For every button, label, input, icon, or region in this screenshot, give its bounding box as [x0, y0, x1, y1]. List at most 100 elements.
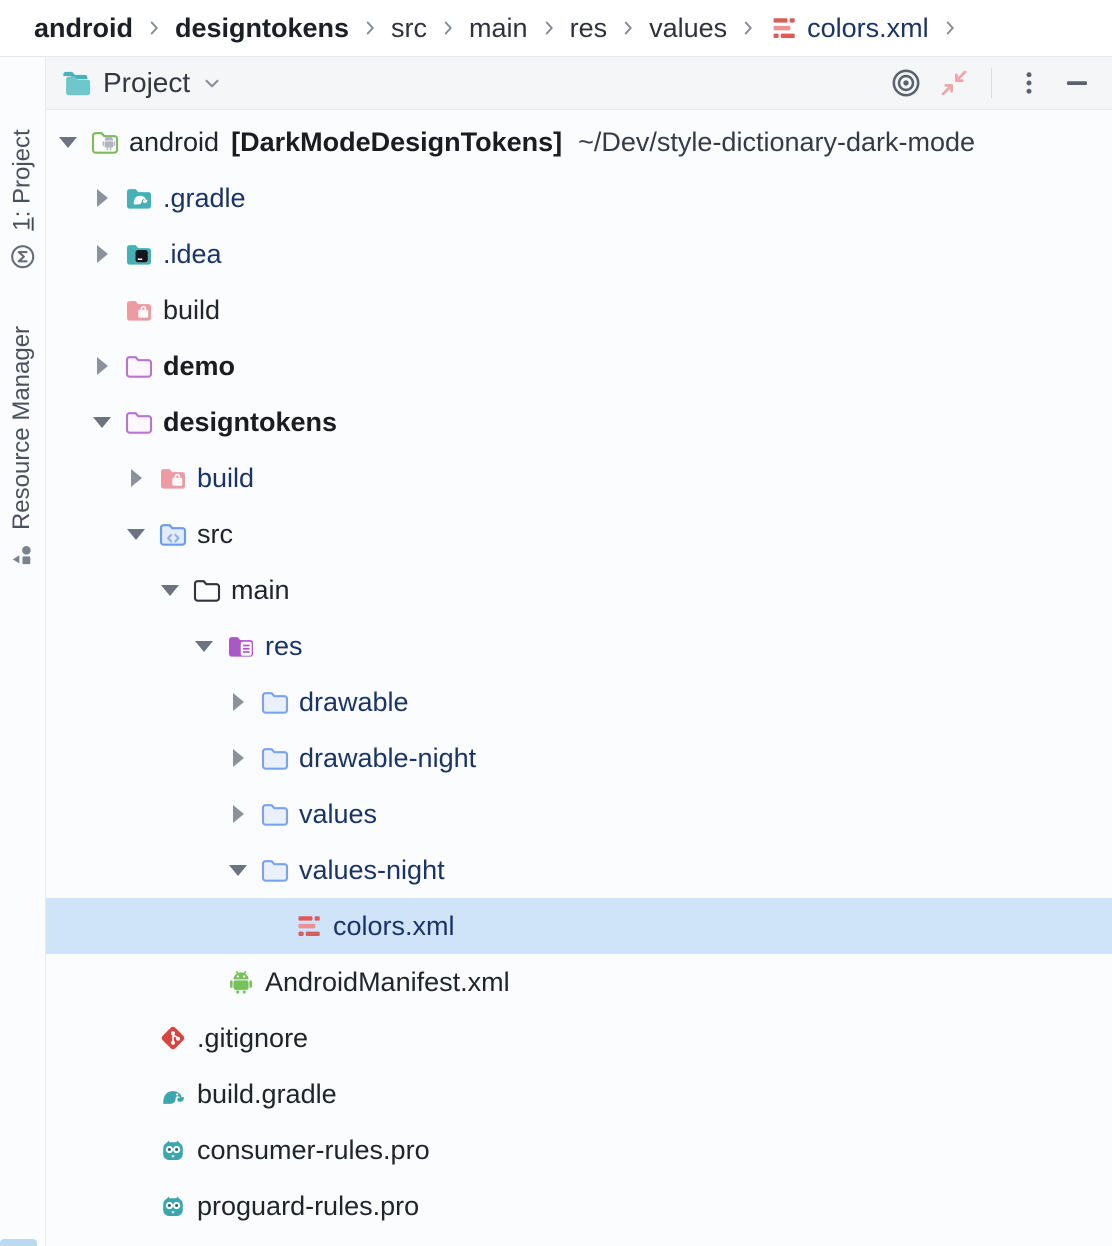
proguard-file-icon [158, 1136, 188, 1164]
tree-row-values[interactable]: values [46, 786, 1112, 842]
tree-item-label[interactable]: designtokens [163, 407, 337, 438]
tree-row-res[interactable]: res [46, 618, 1112, 674]
tree-row-main[interactable]: main [46, 562, 1112, 618]
src-folder-icon [158, 520, 188, 548]
expand-toggle[interactable] [226, 749, 250, 767]
expand-toggle[interactable] [90, 357, 114, 375]
tree-row-designtokens[interactable]: designtokens [46, 394, 1112, 450]
locate-file-button[interactable] [887, 64, 925, 102]
breadcrumb-item-android[interactable]: android [34, 13, 133, 44]
tree-item-label[interactable]: drawable-night [299, 743, 476, 774]
tree-row-drawable[interactable]: drawable [46, 674, 1112, 730]
breadcrumb-label: src [391, 13, 427, 44]
tree-item-label[interactable]: src [197, 519, 233, 550]
tree-row-.gradle[interactable]: .gradle [46, 170, 1112, 226]
tree-row-build[interactable]: build [46, 450, 1112, 506]
tool-stripe-button-resource-manager[interactable]: Resource Manager [0, 322, 45, 572]
tree-item-label[interactable]: main [231, 575, 290, 606]
expand-toggle[interactable] [90, 245, 114, 263]
expand-toggle[interactable] [56, 137, 80, 148]
tree-row-AndroidManifest.xml[interactable]: AndroidManifest.xml [46, 954, 1112, 1010]
project-tree: android[DarkModeDesignTokens]~/Dev/style… [46, 110, 1112, 1246]
tree-item-label[interactable]: .gitignore [197, 1023, 308, 1054]
project-name-tag: [DarkModeDesignTokens] [231, 127, 562, 158]
tree-item-label[interactable]: proguard-rules.pro [197, 1191, 419, 1222]
expand-toggle[interactable] [158, 585, 182, 596]
tree-item-label[interactable]: android [129, 127, 219, 158]
tree-item-label[interactable]: build [163, 295, 220, 326]
gradle-file-icon [158, 1080, 188, 1108]
expand-toggle[interactable] [90, 417, 114, 428]
chevron-right-icon [143, 17, 165, 39]
tree-item-label[interactable]: build [197, 463, 254, 494]
breadcrumb-item-values[interactable]: values [649, 13, 727, 44]
tree-row-build[interactable]: build [46, 282, 1112, 338]
breadcrumb-label: android [34, 13, 133, 44]
tool-window-stripe: 1: Project Resource Manager [0, 57, 46, 1246]
expand-toggle[interactable] [124, 529, 148, 540]
tree-row-proguard-rules.pro[interactable]: proguard-rules.pro [46, 1178, 1112, 1234]
tree-item-label[interactable]: .idea [163, 239, 222, 270]
tree-row-.idea[interactable]: .idea [46, 226, 1112, 282]
tree-row-drawable-night[interactable]: drawable-night [46, 730, 1112, 786]
tool-stripe-button-1-project[interactable]: 1: Project [0, 117, 45, 282]
tree-row-demo[interactable]: demo [46, 338, 1112, 394]
tree-row-consumer-rules.pro[interactable]: consumer-rules.pro [46, 1122, 1112, 1178]
collapse-all-button[interactable] [935, 64, 973, 102]
res-folder-icon [226, 632, 256, 660]
tree-item-label[interactable]: .gradle [163, 183, 246, 214]
tree-row-colors.xml[interactable]: colors.xml [46, 898, 1112, 954]
build-folder-icon [124, 296, 154, 324]
expand-toggle[interactable] [226, 693, 250, 711]
chevron-right-icon [437, 17, 459, 39]
module-folder-icon [124, 352, 154, 380]
chevron-right-icon [538, 17, 560, 39]
chevron-right-icon [359, 17, 381, 39]
tree-item-label[interactable]: colors.xml [333, 911, 455, 942]
tree-row-android[interactable]: android[DarkModeDesignTokens]~/Dev/style… [46, 114, 1112, 170]
stripe-active-indicator [0, 1239, 37, 1246]
tree-item-label[interactable]: res [265, 631, 303, 662]
expand-toggle[interactable] [226, 865, 250, 876]
project-panel-header: Project [46, 57, 1112, 110]
expand-toggle[interactable] [192, 641, 216, 652]
tree-item-label[interactable]: values [299, 799, 377, 830]
breadcrumb-label: main [469, 13, 528, 44]
tree-row-build.gradle[interactable]: build.gradle [46, 1066, 1112, 1122]
tree-item-label[interactable]: demo [163, 351, 235, 382]
breadcrumb-item-src[interactable]: src [391, 13, 427, 44]
tree-row-src[interactable]: src [46, 506, 1112, 562]
android-robot-icon [226, 968, 256, 996]
plain-folder-icon [192, 576, 222, 604]
tree-item-label[interactable]: consumer-rules.pro [197, 1135, 430, 1166]
tree-item-label[interactable]: drawable [299, 687, 409, 718]
panel-actions [887, 64, 1096, 102]
collapse-icon [938, 67, 970, 99]
breadcrumb-label: res [570, 13, 608, 44]
expand-toggle[interactable] [90, 189, 114, 207]
tree-row-.gitignore[interactable]: .gitignore [46, 1010, 1112, 1066]
more-options-button[interactable] [1010, 64, 1048, 102]
breadcrumb-item-res[interactable]: res [570, 13, 608, 44]
gradle-folder-icon [124, 184, 154, 212]
tree-row-values-night[interactable]: values-night [46, 842, 1112, 898]
breadcrumb-item-main[interactable]: main [469, 13, 528, 44]
android-module-folder-icon [90, 128, 120, 156]
chevron-down-icon [199, 70, 225, 96]
build-folder-icon [158, 464, 188, 492]
tree-item-label[interactable]: values-night [299, 855, 445, 886]
tree-item-label[interactable]: AndroidManifest.xml [265, 967, 510, 998]
hide-panel-button[interactable] [1058, 64, 1096, 102]
tree-item-label[interactable]: build.gradle [197, 1079, 337, 1110]
breadcrumb-item-colors.xml[interactable]: colors.xml [769, 13, 929, 44]
project-folders-icon [60, 68, 94, 98]
project-view-selector[interactable]: Project [60, 67, 225, 99]
expand-toggle[interactable] [226, 805, 250, 823]
panel-title: Project [103, 67, 190, 99]
resource-folder-icon [260, 800, 290, 828]
proguard-file-icon [158, 1192, 188, 1220]
resource-folder-icon [260, 744, 290, 772]
breadcrumb-label: values [649, 13, 727, 44]
expand-toggle[interactable] [124, 469, 148, 487]
breadcrumb-item-designtokens[interactable]: designtokens [175, 13, 349, 44]
